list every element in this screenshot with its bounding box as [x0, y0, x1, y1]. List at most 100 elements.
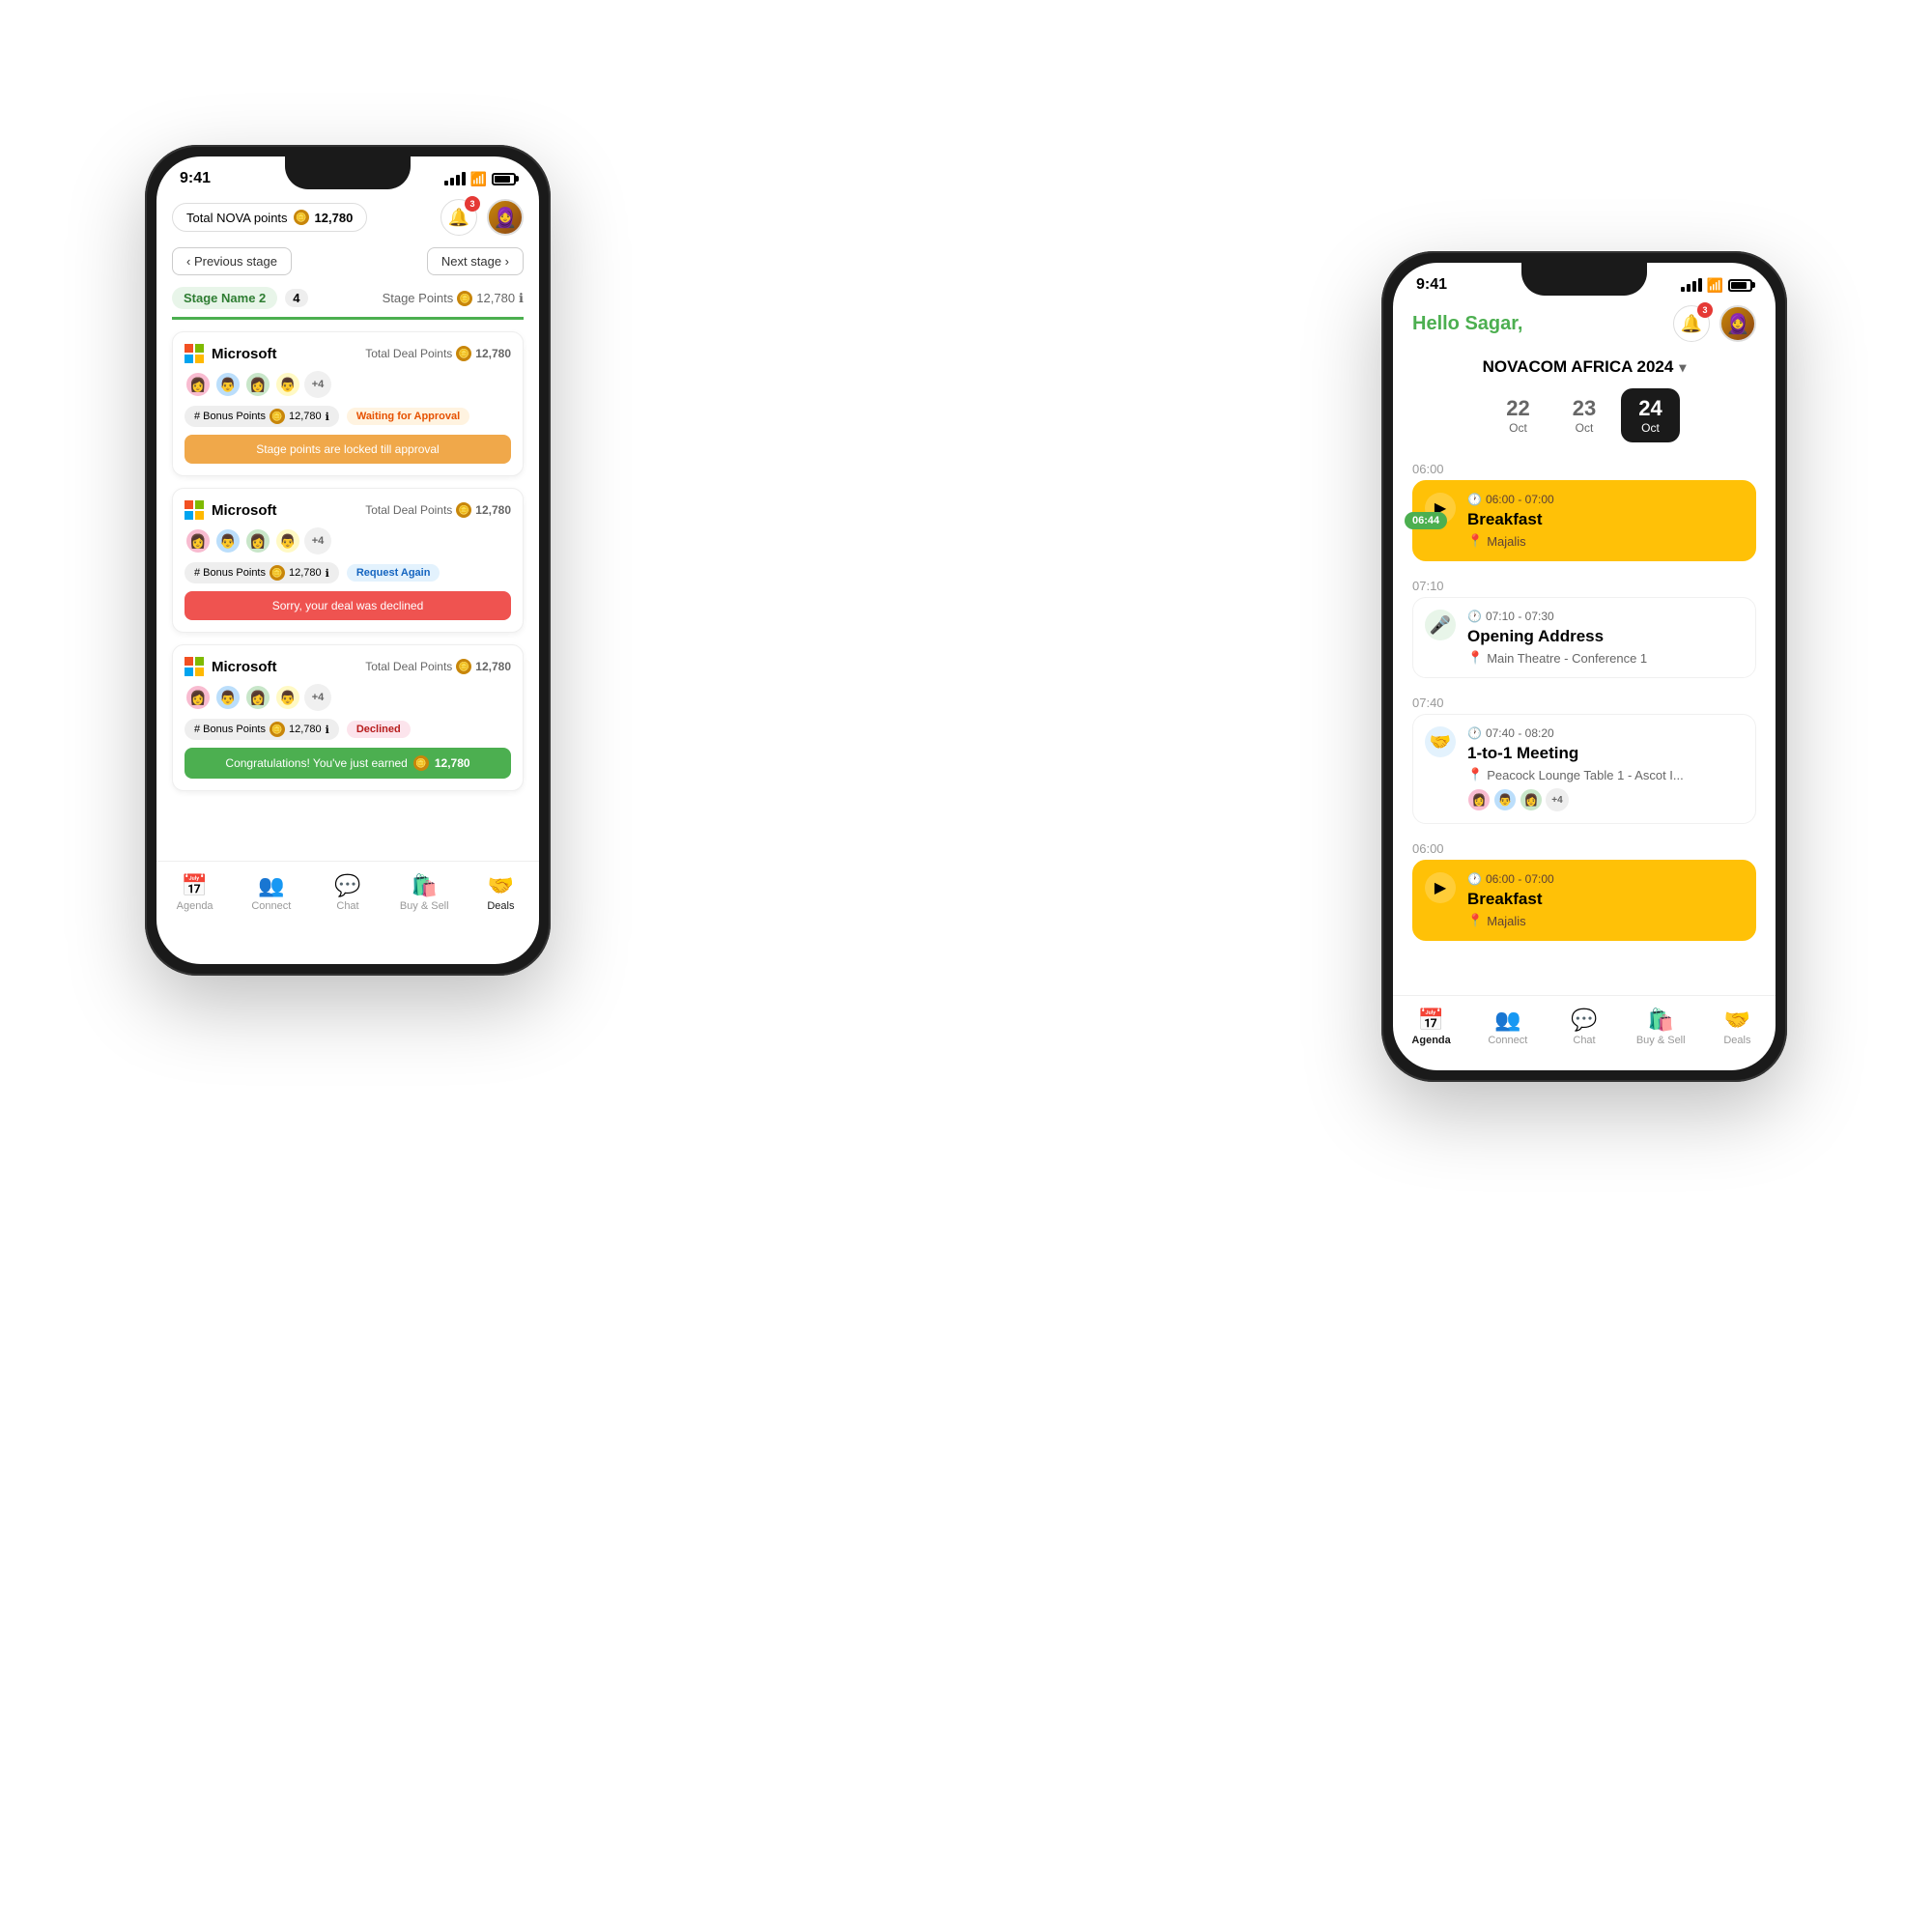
phone1-header: Total NOVA points 🪙 12,780 🔔 3 🧕 — [156, 191, 539, 247]
att-2: 👨 — [1493, 788, 1517, 811]
mini-avatar: 👨 — [214, 371, 242, 398]
mini-avatar: 👩 — [244, 371, 271, 398]
deal-company-row-3: Microsoft Total Deal Points 🪙 12,780 — [185, 657, 511, 676]
time-label-740: 07:40 — [1412, 688, 1756, 714]
location-icon-3: 📍 — [1467, 767, 1483, 782]
deal-company-row-1: Microsoft Total Deal Points 🪙 12,780 — [185, 344, 511, 363]
meeting-icon: 🤝 — [1425, 726, 1456, 757]
mini-avatar: 👩 — [185, 371, 212, 398]
coin-icon: 🪙 — [294, 210, 309, 225]
nav-deals[interactable]: 🤝 Deals — [463, 869, 539, 916]
date-23-month: Oct — [1576, 421, 1594, 435]
breakfast-title-1: Breakfast — [1467, 510, 1744, 529]
deal-info-row-3: # Bonus Points 🪙 12,780 ℹ Declined — [185, 719, 511, 740]
p2-deals-icon: 🤝 — [1724, 1008, 1750, 1033]
breakfast-content-1: 🕐 06:00 - 07:00 Breakfast 📍 Majalis — [1425, 493, 1744, 549]
phone1-shell: 9:41 📶 Total NOVA points 🪙 12,780 — [145, 145, 551, 976]
mini-avatar: 👨 — [214, 684, 242, 711]
p2-user-avatar[interactable]: 🧕 — [1719, 305, 1756, 342]
p2-deals-label: Deals — [1723, 1035, 1750, 1046]
date-tab-24[interactable]: 24 Oct — [1621, 388, 1679, 442]
opening-time: 🕐 07:10 - 07:30 — [1467, 610, 1744, 623]
date-24-day: 24 — [1638, 396, 1662, 421]
p2-agenda-icon: 📅 — [1418, 1008, 1444, 1033]
prev-stage-label: ‹ Previous stage — [186, 254, 277, 269]
nav-connect[interactable]: 👥 Connect — [233, 869, 309, 916]
deal-points-2: Total Deal Points 🪙 12,780 — [365, 502, 511, 518]
nav-buysell-label: Buy & Sell — [400, 900, 449, 912]
breakfast-time-2: 🕐 06:00 - 07:00 — [1467, 872, 1744, 886]
phone2-bottom-nav: 📅 Agenda 👥 Connect 💬 Chat 🛍️ Buy & Sell … — [1393, 995, 1776, 1069]
more-avatars: +4 — [304, 371, 331, 398]
opening-location: 📍 Main Theatre - Conference 1 — [1467, 650, 1744, 666]
location-icon-4: 📍 — [1467, 913, 1483, 928]
location-icon-2: 📍 — [1467, 650, 1483, 666]
deal-info-row-2: # Bonus Points 🪙 12,780 ℹ Request Again — [185, 562, 511, 583]
deals-list[interactable]: Microsoft Total Deal Points 🪙 12,780 👩 👨… — [156, 320, 539, 861]
event-name: NOVACOM AFRICA 2024 — [1483, 357, 1674, 377]
avatar-row-1: 👩 👨 👩 👨 +4 — [185, 371, 511, 398]
phone1-time: 9:41 — [180, 170, 211, 187]
date-tab-23[interactable]: 23 Oct — [1555, 388, 1613, 442]
microsoft-logo-3 — [185, 657, 204, 676]
user-avatar[interactable]: 🧕 — [487, 199, 524, 236]
nav-agenda[interactable]: 📅 Agenda — [156, 869, 233, 916]
prev-stage-button[interactable]: ‹ Previous stage — [172, 247, 292, 275]
deal-card-3: Microsoft Total Deal Points 🪙 12,780 👩 👨… — [172, 644, 524, 791]
notif-badge: 3 — [465, 196, 480, 212]
stage-navigation: ‹ Previous stage Next stage › — [156, 247, 539, 283]
next-stage-label: Next stage › — [441, 254, 509, 269]
p2-nav-chat[interactable]: 💬 Chat — [1546, 1004, 1622, 1050]
date-23-day: 23 — [1573, 396, 1596, 421]
p2-nav-deals[interactable]: 🤝 Deals — [1699, 1004, 1776, 1050]
p2-nav-buysell[interactable]: 🛍️ Buy & Sell — [1623, 1004, 1699, 1050]
nav-deals-label: Deals — [487, 900, 514, 912]
breakfast-title-2: Breakfast — [1467, 890, 1744, 909]
mini-avatar: 👩 — [244, 527, 271, 554]
next-stage-button[interactable]: Next stage › — [427, 247, 524, 275]
phone2-time: 9:41 — [1416, 276, 1447, 294]
notification-bell[interactable]: 🔔 3 — [440, 199, 477, 236]
bonus-badge-1: # Bonus Points 🪙 12,780 ℹ — [185, 406, 339, 427]
phone2-screen: 9:41 📶 Hello Sagar, 🔔 3 🧕 — [1393, 263, 1776, 1070]
p2-notif-badge: 3 — [1697, 302, 1713, 318]
date-22-day: 22 — [1506, 396, 1529, 421]
event-selector[interactable]: NOVACOM AFRICA 2024 ▾ — [1393, 354, 1776, 388]
deal-card-1: Microsoft Total Deal Points 🪙 12,780 👩 👨… — [172, 331, 524, 476]
mini-avatar: 👩 — [185, 684, 212, 711]
breakfast-event-1[interactable]: ▶ 🕐 06:00 - 07:00 Breakfast 📍 Majalis — [1412, 480, 1756, 561]
more-avatars-2: +4 — [304, 527, 331, 554]
nav-agenda-label: Agenda — [177, 900, 213, 912]
nova-points-value: 12,780 — [315, 211, 354, 225]
deal-points-1: Total Deal Points 🪙 12,780 — [365, 346, 511, 361]
meeting-time: 🕐 07:40 - 08:20 — [1467, 726, 1744, 740]
congrats-bar-3: Congratulations! You've just earned 🪙 12… — [185, 748, 511, 779]
connect-icon: 👥 — [258, 873, 284, 898]
chevron-down-icon: ▾ — [1679, 359, 1686, 376]
nav-chat[interactable]: 💬 Chat — [309, 869, 385, 916]
avatar-row-3: 👩 👨 👩 👨 +4 — [185, 684, 511, 711]
stage-coin-icon: 🪙 — [457, 291, 472, 306]
p2-wifi-icon: 📶 — [1707, 277, 1723, 294]
breakfast-time-1: 🕐 06:00 - 07:00 — [1467, 493, 1744, 506]
avatar-row-2: 👩 👨 👩 👨 +4 — [185, 527, 511, 554]
p2-nav-connect[interactable]: 👥 Connect — [1469, 1004, 1546, 1050]
meeting-event[interactable]: 🤝 🕐 07:40 - 08:20 1-to-1 Meeting 📍 Peaco… — [1412, 714, 1756, 824]
opening-address-event[interactable]: 🎤 🕐 07:10 - 07:30 Opening Address 📍 Main… — [1412, 597, 1756, 678]
deal-company-row-2: Microsoft Total Deal Points 🪙 12,780 — [185, 500, 511, 520]
hello-greeting: Hello Sagar, — [1412, 313, 1523, 335]
agenda-list[interactable]: 06:00 ▶ 🕐 06:00 - 07:00 Breakfast 📍 — [1393, 454, 1776, 995]
status-badge-2[interactable]: Request Again — [347, 564, 440, 582]
company-name-1: Microsoft — [185, 344, 277, 363]
deal-card-2: Microsoft Total Deal Points 🪙 12,780 👩 👨… — [172, 488, 524, 633]
date-tab-22[interactable]: 22 Oct — [1489, 388, 1547, 442]
p2-nav-agenda[interactable]: 📅 Agenda — [1393, 1004, 1469, 1050]
time-label-600b: 06:00 — [1412, 834, 1756, 860]
stage-name-section: Stage Name 2 4 — [172, 287, 308, 309]
stage-points-value: 12,780 — [476, 291, 515, 305]
mini-avatar: 👨 — [274, 527, 301, 554]
nav-buysell[interactable]: 🛍️ Buy & Sell — [386, 869, 463, 916]
p2-notification-bell[interactable]: 🔔 3 — [1673, 305, 1710, 342]
breakfast-event-2[interactable]: ▶ 🕐 06:00 - 07:00 Breakfast 📍 Majalis — [1412, 860, 1756, 941]
att-1: 👩 — [1467, 788, 1491, 811]
